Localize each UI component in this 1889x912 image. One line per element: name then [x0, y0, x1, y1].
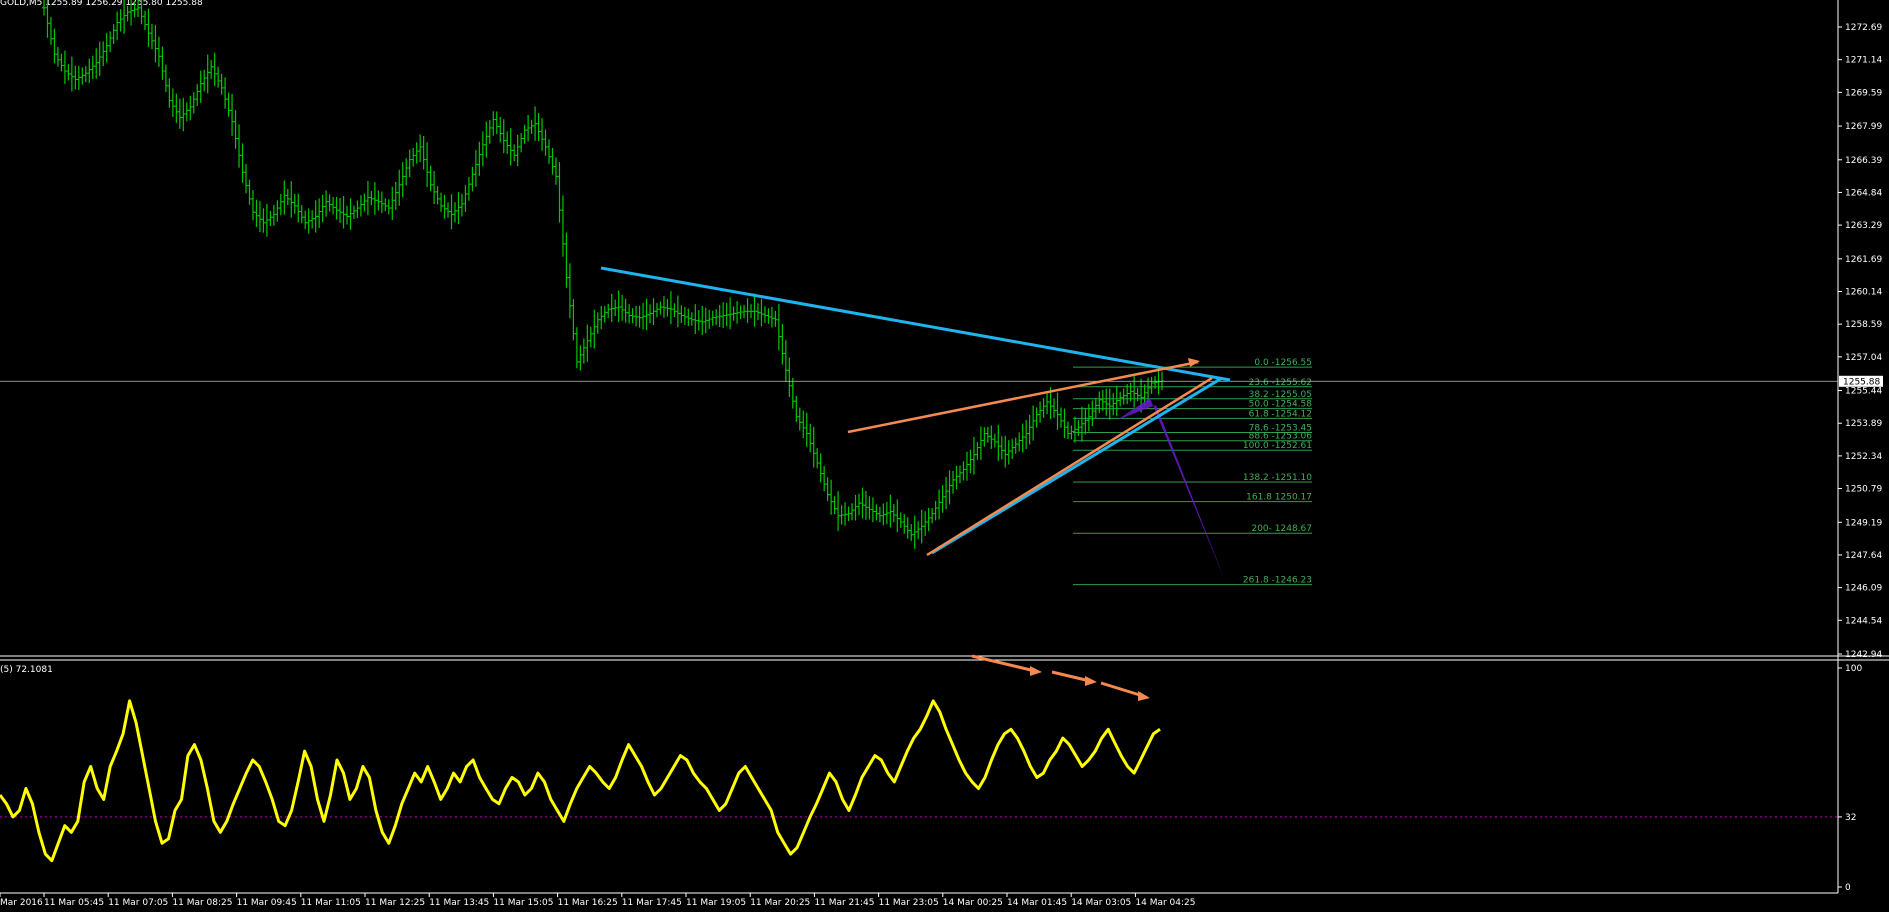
divergence-arrows[interactable] [971, 654, 1150, 701]
fib-level-label: 200- 1248.67 [1251, 524, 1312, 534]
price-tick-label: 1260.14 [1845, 287, 1882, 297]
price-tick-label: 1261.69 [1845, 255, 1882, 265]
oscillator-tick-label: 100 [1845, 664, 1862, 674]
time-tick-label: 11 Mar 15:05 [493, 898, 553, 908]
time-tick-label: 14 Mar 04:25 [1135, 898, 1195, 908]
fib-level-label: 161.8 1250.17 [1246, 493, 1312, 503]
price-tick-label: 1255.44 [1845, 387, 1882, 397]
price-tick-label: 1253.89 [1845, 419, 1882, 429]
time-tick-label: 11 Mar 09:45 [237, 898, 297, 908]
price-tick-label: 1264.84 [1845, 188, 1882, 198]
price-tick-label: 1252.34 [1845, 452, 1882, 462]
time-tick-label: 11 Mar 05:45 [44, 898, 104, 908]
time-axis-labels: Mar 2016 11 Mar 05:45 11 Mar 07:05 11 Mar 0… [0, 893, 1195, 908]
fib-level-label: 100.0 -1252.61 [1243, 441, 1312, 451]
price-tick-label: 1267.99 [1845, 122, 1882, 132]
fib-level-label: 23.6 -1255.62 [1249, 378, 1312, 388]
price-tick-label: 1246.09 [1845, 584, 1882, 594]
time-tick-label: 11 Mar 16:25 [558, 898, 618, 908]
time-tick-label: 11 Mar 19:05 [686, 898, 746, 908]
time-tick-label: 11 Mar 11:05 [301, 898, 361, 908]
time-tick-label: 11 Mar 07:05 [108, 898, 168, 908]
time-tick-label: 11 Mar 17:45 [622, 898, 682, 908]
oscillator-tick-label: 32 [1845, 813, 1856, 823]
time-tick-label: Mar 2016 [0, 898, 43, 908]
fib-level-label: 0.0 -1256.55 [1254, 358, 1312, 368]
time-tick-label: 14 Mar 03:05 [1071, 898, 1131, 908]
fib-level-label: 261.8 -1246.23 [1243, 576, 1312, 586]
price-tick-label: 1272.69 [1845, 23, 1882, 33]
symbol-title: GOLD,M5 1255.89 1256.29 1255.80 1255.88 [0, 0, 203, 8]
time-tick-label: 11 Mar 23:05 [879, 898, 939, 908]
chart-canvas[interactable]: GOLD,M5 1255.89 1256.29 1255.80 1255.88 … [0, 0, 1889, 912]
price-tick-label: 1269.59 [1845, 88, 1882, 98]
price-tick-label: 1266.39 [1845, 156, 1882, 166]
time-tick-label: 11 Mar 12:25 [365, 898, 425, 908]
orange-channel-lower[interactable] [926, 376, 1213, 557]
orange-channel-upper[interactable] [847, 360, 1199, 434]
price-tick-label: 1271.14 [1845, 56, 1882, 66]
price-tick-label: 1244.54 [1845, 616, 1882, 626]
fib-level-label: 50.0 -1254.58 [1249, 400, 1313, 410]
price-tick-label: 1247.64 [1845, 551, 1882, 561]
price-tick-label: 1263.29 [1845, 221, 1882, 231]
orange-arrow-head [1188, 358, 1200, 367]
price-tick-label: 1250.79 [1845, 485, 1882, 495]
time-tick-label: 11 Mar 08:25 [172, 898, 232, 908]
price-axis-ticks: 1272.69 1271.14 1269.59 1267.99 1266.39 1264.… [1838, 23, 1882, 660]
oscillator-axis-ticks: 100 32 0 [1838, 664, 1862, 893]
time-tick-label: 14 Mar 00:25 [943, 898, 1003, 908]
fib-level-label: 38.2 -1255.05 [1249, 390, 1312, 400]
time-tick-label: 11 Mar 20:25 [750, 898, 810, 908]
fib-level-label: 61.8 -1254.12 [1249, 409, 1312, 419]
current-price-label: 1255.88 [1843, 377, 1880, 387]
price-tick-label: 1258.59 [1845, 320, 1882, 330]
price-tick-label: 1242.94 [1845, 650, 1882, 660]
price-tick-label: 1257.04 [1845, 353, 1882, 363]
time-tick-label: 14 Mar 01:45 [1007, 898, 1067, 908]
fib-level-label: 138.2 -1251.10 [1243, 473, 1312, 483]
fibonacci-retracement[interactable]: 0.0 -1256.55 23.6 -1255.62 38.2 -1255.0550… [1073, 358, 1312, 586]
oscillator-line [0, 699, 1161, 863]
price-bars [42, 0, 1164, 549]
time-tick-label: 11 Mar 13:45 [429, 898, 489, 908]
oscillator-label: (5) 72.1081 [0, 665, 53, 675]
time-tick-label: 11 Mar 21:45 [814, 898, 874, 908]
price-tick-label: 1249.19 [1845, 518, 1882, 528]
oscillator-tick-label: 0 [1845, 883, 1851, 893]
